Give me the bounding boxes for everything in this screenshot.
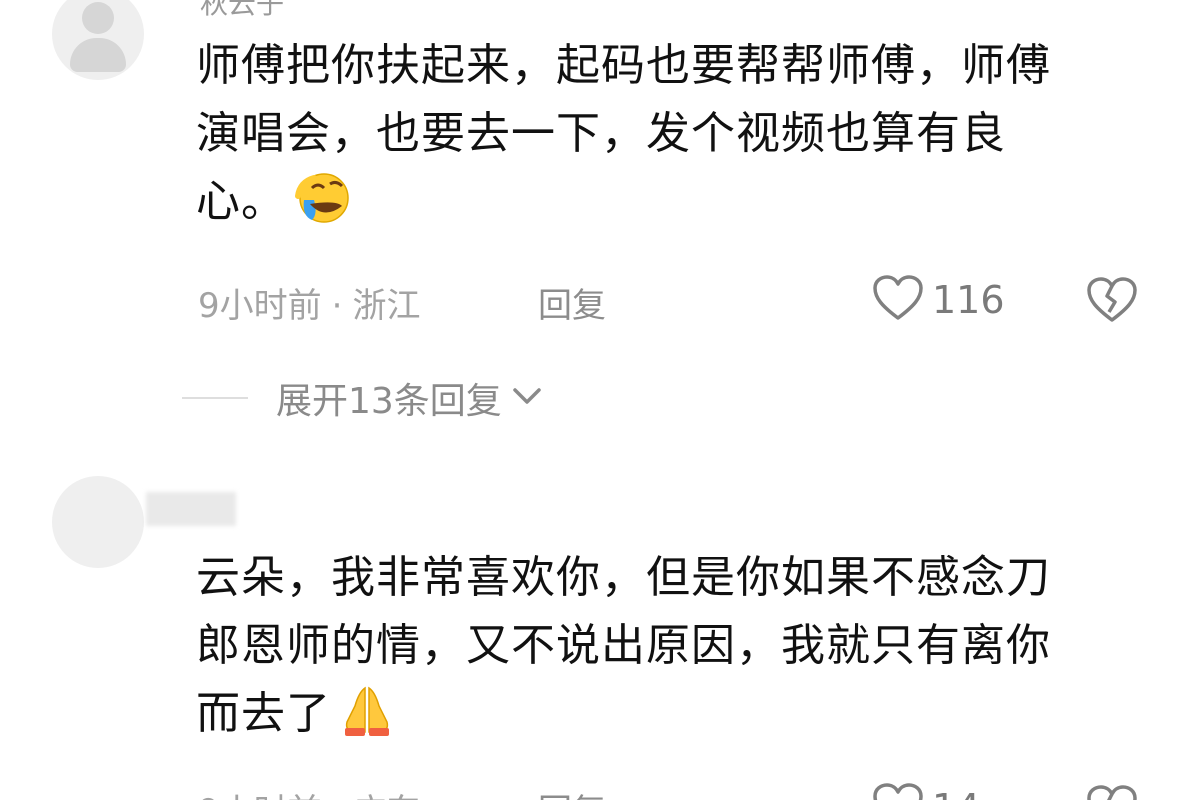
laughing-crying-emoji-icon — [292, 170, 352, 246]
meta-separator: · — [331, 286, 343, 326]
heart-outline-icon — [872, 782, 924, 800]
comment-text: 云朵，我非常喜欢你，但是你如果不感念刀 郎恩师的情，又不说出原因，我就只有离你 … — [196, 544, 1156, 758]
dislike-button[interactable] — [1086, 276, 1138, 328]
comment-time: 9小时前 — [198, 792, 322, 800]
comment-text: 师傅把你扶起来，起码也要帮帮师傅，师傅 演唱会，也要去一下，发个视频也算有良 心… — [196, 32, 1156, 246]
comment-meta: 9小时前 · 浙江 — [198, 278, 420, 327]
avatar-head-shape — [82, 2, 114, 34]
comment-list: 秋云子 师傅把你扶起来，起码也要帮帮师傅，师傅 演唱会，也要去一下，发个视频也算… — [0, 0, 1200, 800]
avatar[interactable] — [52, 476, 144, 568]
comment-line: 心。 — [196, 176, 286, 227]
like-button[interactable]: 14 — [872, 782, 980, 800]
comment-line: 郎恩师的情，又不说出原因，我就只有离你 — [196, 620, 1051, 671]
comment-line: 演唱会，也要去一下，发个视频也算有良 — [196, 108, 1006, 159]
comment-location: 浙江 — [352, 286, 421, 326]
comment-line: 云朵，我非常喜欢你，但是你如果不感念刀 — [196, 552, 1051, 603]
comment-time: 9小时前 — [198, 286, 322, 326]
avatar-body-shape — [70, 38, 126, 72]
reply-button[interactable]: 回复 — [538, 784, 606, 800]
broken-heart-icon — [1086, 277, 1138, 328]
avatar[interactable] — [52, 0, 144, 80]
reply-button[interactable]: 回复 — [538, 278, 606, 327]
comment-location: 广东 — [352, 792, 420, 800]
expand-divider-line — [182, 397, 248, 399]
comment-line: 师傅把你扶起来，起码也要帮帮师傅，师傅 — [196, 40, 1051, 91]
expand-replies-button[interactable]: 展开13条回复 — [182, 372, 542, 424]
chevron-down-icon — [512, 386, 542, 410]
username[interactable]: 秋云子 — [200, 0, 284, 22]
folded-hands-emoji-icon — [337, 682, 397, 758]
heart-outline-icon — [872, 274, 924, 326]
expand-replies-label: 展开13条回复 — [276, 381, 502, 422]
username-redaction — [146, 492, 236, 526]
meta-separator: · — [332, 792, 343, 800]
comment-meta: 9小时前 · 广东 — [198, 784, 420, 800]
comment-line: 而去了 — [196, 688, 331, 739]
like-count: 14 — [932, 786, 980, 800]
like-count: 116 — [932, 278, 1005, 322]
like-button[interactable]: 116 — [872, 274, 1005, 326]
dislike-button[interactable] — [1086, 784, 1138, 800]
